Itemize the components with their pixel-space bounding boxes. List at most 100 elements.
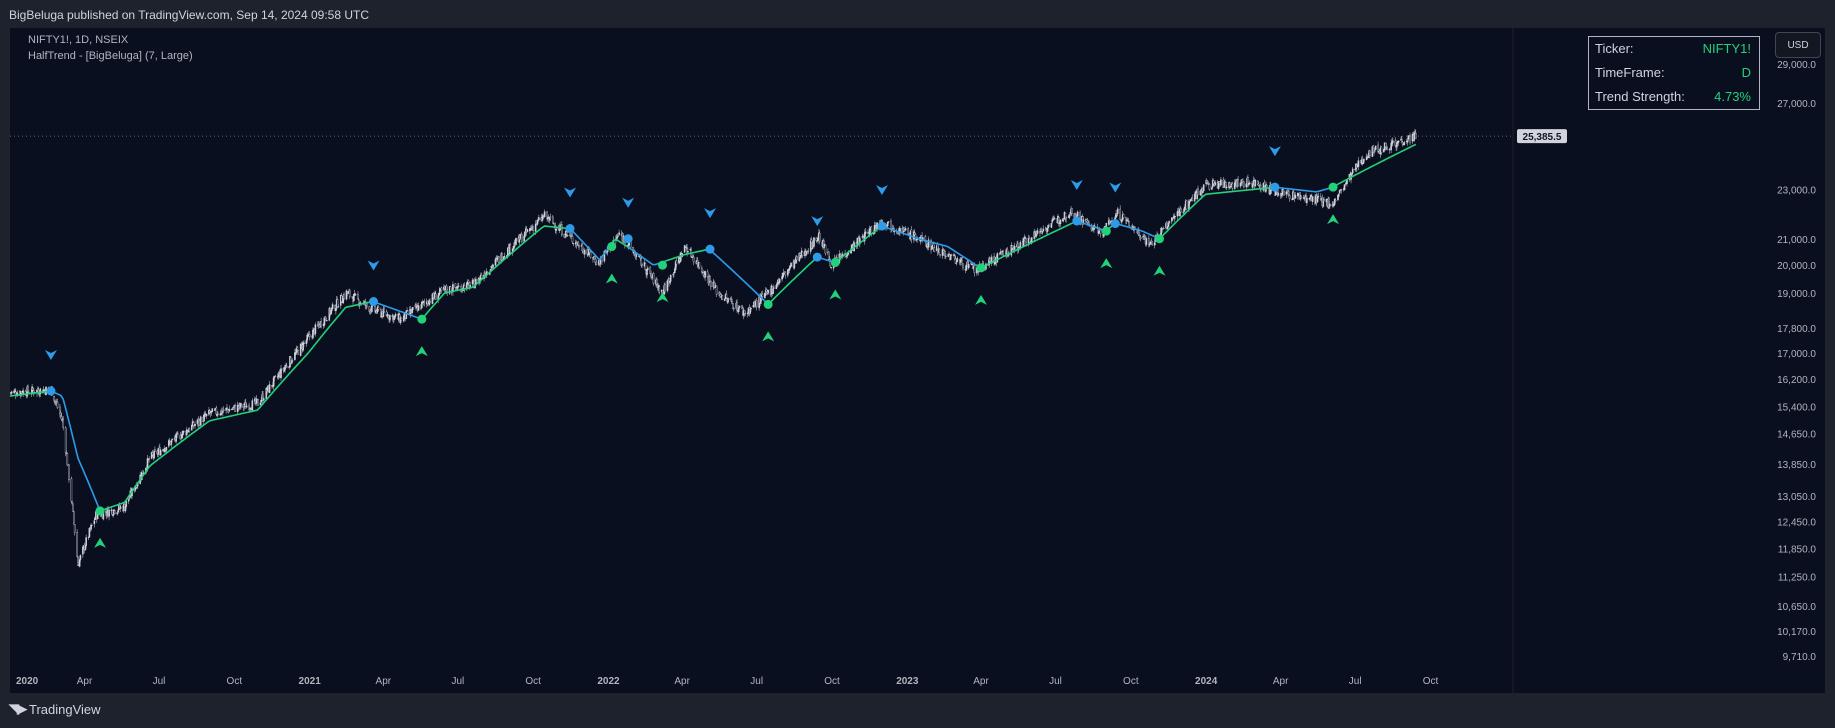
sell-signal-dot [369,297,379,307]
candle-body [589,251,592,258]
candle-body [117,510,119,512]
candle-body [154,449,156,452]
candle-body [509,244,512,253]
candle-body [1182,211,1185,213]
candle-body [326,320,328,322]
candle-body [664,284,666,292]
candle-body [225,407,227,411]
candle-body [1237,179,1239,187]
candle-body [749,308,751,314]
price-tick-label: 15,400.0 [1777,403,1816,414]
symbol-legend[interactable]: NIFTY1!, 1D, NSEIX [28,34,128,46]
candle-body [1300,195,1302,199]
candle-body [1202,184,1205,192]
candle-body [406,310,408,312]
sell-signal-dot [46,386,56,396]
candle-body [186,429,188,435]
candle-body [73,524,76,533]
tradingview-brand[interactable]: ◥▶ TradingView [9,701,101,717]
candle-body [354,294,357,296]
chart-pane[interactable]: 29,000.0 27,000.0 23,000.0 21,000.0 20,000.0… [10,28,1825,693]
candle-body [571,236,574,243]
candle-body [10,391,13,394]
candle-body [1397,140,1400,143]
time-axis[interactable]: 2020 Apr Jul Oct 2021 Apr Jul Oct 2022 Apr Jul Oct 2… [16,676,1438,687]
candle-body [457,285,460,287]
candle-body [561,224,563,236]
candle-body [1174,215,1176,218]
candle-body [300,343,303,345]
candle-body [32,387,34,391]
time-tick-label: Apr [77,676,93,687]
candle-body [1406,140,1409,143]
candle-body [904,228,907,231]
price-axis[interactable]: 29,000.0 27,000.0 23,000.0 21,000.0 20,000.0… [1517,60,1816,663]
candle-body [945,255,947,257]
candle-body [359,302,362,304]
buy-signal-dot [1154,234,1164,244]
candle-body [1323,199,1325,202]
price-tick-label: 20,000.0 [1777,261,1816,272]
candle-body [566,235,569,237]
candle-body [824,244,827,254]
time-tick-label: Jul [1349,676,1362,687]
candle-body [417,305,420,311]
sell-signal-dot [1270,182,1280,192]
price-chart[interactable]: 29,000.0 27,000.0 23,000.0 21,000.0 20,000.0… [10,28,1825,693]
candle-body [85,537,87,546]
candle-body [325,318,327,321]
candle-body [723,298,726,301]
candle-body [383,308,385,313]
candle-body [646,267,649,271]
candle-body [119,506,122,509]
candle-body [553,223,556,225]
candle-body [411,309,413,314]
candle-body [950,254,953,256]
candle-body [1151,241,1153,245]
candle-body [260,399,263,403]
candle-body [1229,182,1231,187]
buy-arrow-icon [829,289,842,300]
candle-body [1390,143,1392,150]
candle-body [715,285,718,295]
candle-body [1351,173,1353,175]
candle-body [1401,141,1404,145]
time-tick-label: 2023 [896,676,919,687]
candle-body [314,324,317,334]
candle-body [1068,214,1071,218]
time-tick-label: Jul [1049,676,1062,687]
candle-body [347,291,349,294]
candle-body [112,514,114,516]
candle-body [1288,191,1290,195]
buy-signal-dot [976,263,986,273]
candle-body [1239,182,1242,187]
candle-body [244,402,247,409]
table-row: Ticker: NIFTY1! [1589,37,1759,61]
candle-body [128,497,131,499]
indicator-legend[interactable]: HalfTrend - [BigBeluga] (7, Large) [28,50,193,62]
price-tick-label: 10,170.0 [1777,627,1816,638]
candle-body [1248,182,1251,185]
candle-body [1211,187,1213,190]
buy-signal-dot [1328,182,1338,192]
currency-button[interactable]: USD [1775,32,1821,58]
candle-body [732,308,735,310]
candle-body [1234,182,1236,189]
sell-arrow-icon [875,185,888,196]
candle-body [593,256,596,259]
candle-body [586,249,589,255]
candle-body [658,286,661,293]
price-tick-label: 29,000.0 [1777,60,1816,71]
candle-body [284,367,286,370]
candle-body [1259,185,1261,189]
candle-body [1254,179,1257,187]
candle-body [294,352,296,360]
candle-body [222,409,225,412]
halftrend-segment-bear [709,248,769,305]
candle-body [1288,195,1291,199]
candle-body [268,384,271,393]
candle-body [280,368,282,378]
time-tick-label: Apr [674,676,690,687]
candle-body [1048,225,1050,227]
candle-body [1139,237,1142,239]
